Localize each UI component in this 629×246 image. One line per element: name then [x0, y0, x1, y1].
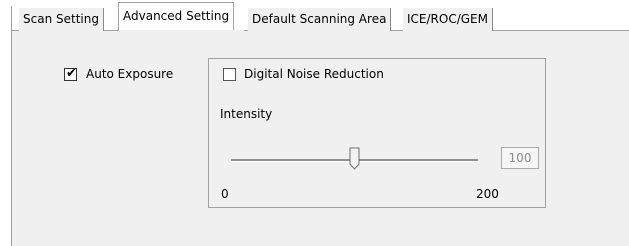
- slider-max-label: 200: [476, 187, 499, 201]
- slider-min-label: 0: [221, 187, 229, 201]
- active-tab-joint: [119, 30, 244, 32]
- digital-noise-reduction-label: Digital Noise Reduction: [244, 67, 384, 81]
- tab-ice-roc-gem[interactable]: ICE/ROC/GEM: [403, 8, 493, 31]
- auto-exposure-label: Auto Exposure: [86, 67, 174, 81]
- tab-label: Advanced Setting: [123, 9, 230, 23]
- tab-label: Default Scanning Area: [252, 12, 387, 26]
- tab-label: ICE/ROC/GEM: [407, 12, 488, 26]
- tab-default-scanning-area[interactable]: Default Scanning Area: [248, 8, 392, 31]
- intensity-value-field[interactable]: 100: [501, 147, 539, 169]
- intensity-label: Intensity: [220, 107, 273, 121]
- digital-noise-reduction-checkbox[interactable]: [223, 68, 236, 81]
- settings-window: Scan Setting Advanced Setting Default Sc…: [0, 0, 629, 246]
- tab-advanced-setting[interactable]: Advanced Setting: [118, 2, 235, 31]
- tab-scan-setting[interactable]: Scan Setting: [19, 8, 104, 31]
- checkmark-icon: ✔: [66, 66, 77, 81]
- tab-label: Scan Setting: [23, 12, 99, 26]
- auto-exposure-checkbox[interactable]: ✔: [64, 66, 77, 81]
- intensity-slider-thumb[interactable]: [349, 147, 361, 171]
